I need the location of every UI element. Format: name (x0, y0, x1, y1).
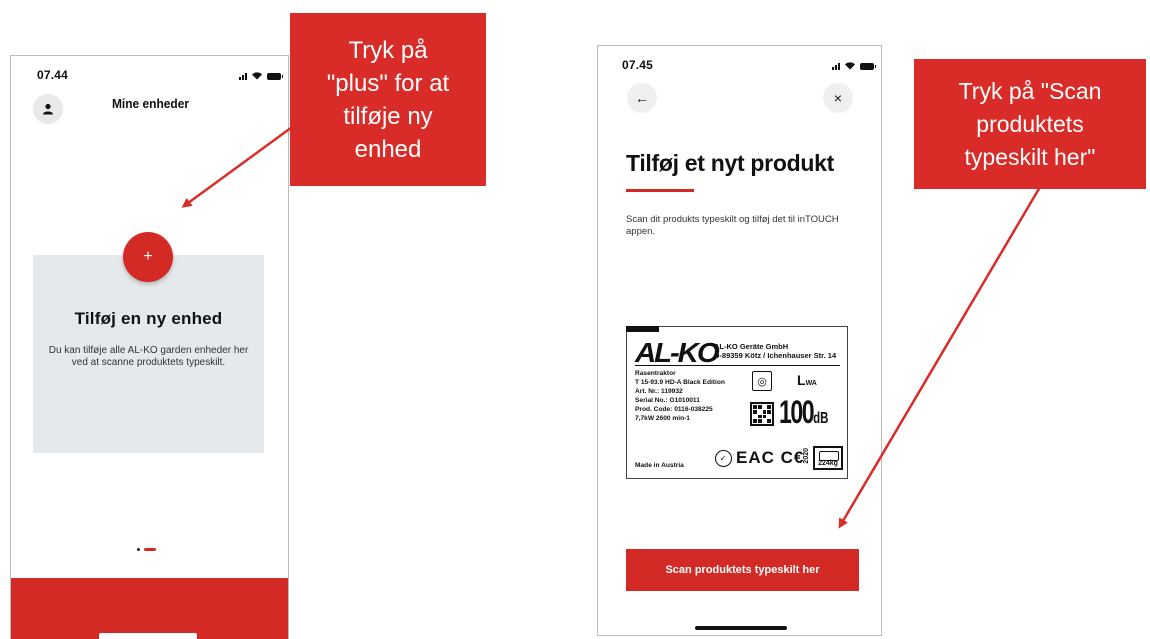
phone-screen-add-product: 07.45 ← × Tilføj et nyt produkt Scan dit… (597, 45, 882, 636)
plate-company: AL-KO Geräte GmbH D-89359 Kötz / Ichenha… (714, 342, 836, 360)
close-button[interactable]: × (823, 83, 853, 113)
callout-tap-plus: Tryk på "plus" for at tilføje ny enhed (290, 13, 486, 186)
plus-icon: + (143, 248, 153, 265)
alko-logo: AL-KO (635, 337, 720, 368)
plate-tab (626, 326, 659, 332)
wifi-icon (845, 62, 855, 70)
spec-line: Serial No.: G1010011 (635, 397, 700, 404)
arrow-left-icon: ← (635, 90, 649, 106)
close-icon: × (833, 90, 843, 106)
status-time: 07.44 (37, 68, 69, 82)
page-indicator (137, 548, 156, 551)
made-in: Made in Austria (635, 462, 684, 469)
plate-specs: Rasentraktor T 15-93.9 HD-A Black Editio… (635, 369, 725, 423)
bottom-bar (11, 578, 288, 639)
signal-icon (239, 73, 247, 80)
wifi-icon (252, 72, 262, 80)
sound-icon: ◎ (752, 371, 772, 391)
callout-tap-scan: Tryk på "Scan produktets typeskilt her" (914, 59, 1146, 189)
weight-badge: 224kg (813, 446, 843, 470)
title-underline (626, 189, 694, 192)
page-title: Mine enheder (111, 96, 190, 111)
phone-screen-my-devices: 07.44 Mine enheder Tilføj en ny enhed Du… (10, 55, 289, 639)
approval-mark-icon: ✓ (715, 449, 732, 467)
lwa-label: LWA (797, 372, 817, 388)
battery-icon (860, 63, 876, 70)
spec-line: 7,7kW 2600 min-1 (635, 415, 690, 422)
company-address: D-89359 Kötz / Ichenhauser Str. 14 (714, 351, 837, 360)
page-dot-active (144, 548, 156, 551)
sound-level: 100dB (779, 394, 829, 430)
spec-line: T 15-93.9 HD-A Black Edition (635, 379, 725, 386)
status-time: 07.45 (622, 58, 654, 72)
scan-typeplate-button[interactable]: Scan produktets typeskilt her (626, 549, 859, 591)
typeplate-image: AL-KO AL-KO Geräte GmbH D-89359 Kötz / I… (626, 326, 848, 479)
battery-icon (267, 73, 283, 80)
add-device-card: Tilføj en ny enhed Du kan tilføje alle A… (33, 255, 264, 453)
spec-line: Prod. Code: 0116-038225 (635, 406, 713, 413)
page-description: Scan dit produkts typeskilt og tilføj de… (626, 214, 839, 237)
card-description: Du kan tilføje alle AL-KO garden enheder… (48, 345, 249, 368)
card-title: Tilføj en ny enhed (74, 309, 223, 328)
cert-marks: ✓ EAC C€ (715, 448, 804, 468)
plate-year: 2020 (803, 448, 810, 464)
page-dot (137, 548, 140, 551)
signal-icon (832, 63, 840, 70)
page-title: Tilføj et nyt produkt (626, 150, 834, 176)
spec-line: Art. Nr.: 119932 (635, 388, 683, 395)
status-icons (832, 61, 876, 70)
qr-code-icon (750, 402, 774, 426)
plate-divider (635, 365, 840, 366)
company-name: AL-KO Geräte GmbH (714, 342, 789, 351)
home-indicator (695, 626, 787, 630)
add-device-button[interactable]: + (123, 232, 173, 282)
bottom-button[interactable] (99, 633, 197, 639)
status-icons (239, 71, 283, 80)
back-button[interactable]: ← (627, 83, 657, 113)
spec-line: Rasentraktor (635, 370, 676, 377)
